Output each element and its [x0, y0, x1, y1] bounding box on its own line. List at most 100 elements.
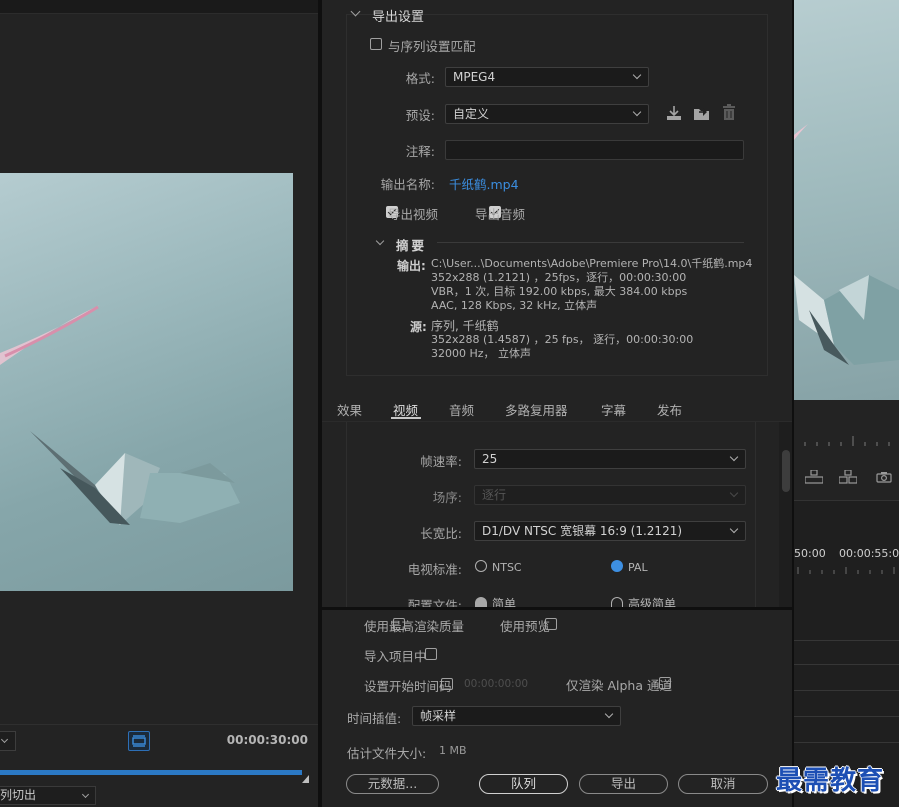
export-button[interactable]: 导出	[579, 774, 668, 794]
profile-simple-label: 简单	[492, 597, 517, 607]
import-into-project-checkbox[interactable]	[425, 648, 438, 660]
cancel-button[interactable]: 取消	[678, 774, 768, 794]
watermark-logo: 最需教育	[776, 766, 885, 796]
profile-label: 配置文件:	[407, 598, 462, 607]
chevron-down-icon	[729, 452, 739, 462]
transition-select-value: 列切出	[0, 788, 37, 802]
field-order-select: 逐行	[474, 485, 746, 505]
timeline-track-line	[794, 716, 899, 717]
chevron-down-icon	[604, 709, 614, 719]
preset-value: 自定义	[453, 107, 490, 121]
tv-ntsc-radio[interactable]	[475, 560, 487, 572]
summary-divider	[437, 242, 744, 243]
timeline-track-line	[794, 742, 899, 743]
frame-rate-label: 帧速率:	[420, 454, 462, 469]
source-timecode: 00:00:30:00	[226, 733, 308, 747]
summary-title: 摘要	[396, 238, 428, 253]
time-interpolation-select[interactable]: 帧采样	[412, 706, 621, 726]
timeline-ruler[interactable]	[794, 565, 899, 575]
save-preset-icon[interactable]	[666, 105, 682, 121]
output-name-link[interactable]: 千纸鹤.mp4	[449, 174, 519, 193]
format-value: MPEG4	[453, 70, 496, 84]
field-order-value: 逐行	[482, 488, 507, 502]
summary-output-key: 输出:	[397, 259, 426, 273]
timeline-track-line	[794, 640, 899, 641]
queue-button[interactable]: 队列	[479, 774, 568, 794]
render-alpha-only-label: 仅渲染 Alpha 通道	[566, 678, 672, 693]
estimated-size-label: 估计文件大小:	[347, 746, 427, 761]
max-render-quality-label: 使用最高渲染质量	[364, 619, 465, 634]
tv-standard-label: 电视标准:	[407, 562, 462, 577]
program-video-frame	[794, 0, 899, 400]
timeline-track-line	[794, 690, 899, 691]
import-preset-icon[interactable]	[693, 105, 711, 121]
format-label: 格式:	[405, 71, 435, 86]
source-progress-bar[interactable]	[0, 770, 302, 775]
profile-simple-radio[interactable]	[475, 597, 487, 607]
start-timecode-value: 00:00:00:00	[464, 678, 529, 690]
timeline-time-label: 00:00:55:00	[839, 547, 899, 560]
field-order-label: 场序:	[432, 490, 462, 505]
export-frame-camera-icon[interactable]	[876, 471, 892, 483]
frame-rate-value: 25	[482, 452, 498, 466]
playhead-handle[interactable]	[302, 775, 309, 783]
tv-ntsc-label: NTSC	[492, 561, 522, 574]
use-previews-label: 使用预览	[500, 619, 551, 634]
chevron-down-icon	[632, 70, 642, 80]
match-sequence-checkbox[interactable]	[370, 38, 382, 50]
time-interpolation-label: 时间插值:	[347, 711, 402, 726]
summary-source-line: 32000 Hz， 立体声	[431, 347, 532, 360]
profile-advanced-label: 高级简单	[628, 597, 677, 607]
source-monitor-top-bar	[0, 0, 318, 14]
transition-select[interactable]: 列切出	[0, 786, 96, 805]
summary-output-line: 352x288 (1.2121) ，25fps，逐行，00:00:30:00	[431, 271, 687, 284]
source-video-frame	[0, 173, 293, 591]
import-into-project-label: 导入项目中	[364, 649, 427, 664]
summary-source-line: 序列, 千纸鹤	[431, 319, 499, 333]
settings-scrollbar-thumb[interactable]	[782, 450, 790, 492]
estimated-size-value: 1 MB	[439, 744, 467, 757]
output-name-label: 输出名称:	[380, 177, 435, 192]
preset-label: 预设:	[405, 108, 435, 123]
summary-output-line: VBR，1 次, 目标 192.00 kbps, 最大 384.00 kbps	[431, 285, 688, 298]
dialog-divider	[322, 607, 792, 610]
extract-icon[interactable]	[839, 470, 857, 484]
tab-publish[interactable]: 发布	[657, 400, 682, 419]
tab-audio[interactable]: 音频	[449, 400, 474, 419]
fit-frame-button[interactable]	[128, 731, 150, 751]
tv-pal-radio[interactable]	[611, 560, 623, 572]
tab-effects[interactable]: 效果	[337, 400, 362, 419]
match-sequence-label: 与序列设置匹配	[388, 39, 476, 54]
time-interpolation-value: 帧采样	[420, 709, 457, 723]
set-start-timecode-label: 设置开始时间码	[364, 679, 452, 694]
chevron-down-icon	[0, 735, 9, 744]
origami-crane-image	[794, 124, 899, 365]
panel-divider[interactable]	[792, 0, 794, 807]
aspect-select[interactable]: D1/DV NTSC 宽银幕 16:9 (1.2121)	[474, 521, 746, 541]
export-video-label: 导出视频	[388, 207, 439, 222]
comment-input[interactable]	[445, 140, 744, 160]
timeline-track-line	[794, 664, 899, 665]
program-time-ruler[interactable]	[800, 436, 899, 446]
chevron-down-icon	[729, 524, 739, 534]
zoom-dropdown[interactable]	[0, 731, 16, 751]
metadata-button[interactable]: 元数据...	[346, 774, 439, 794]
format-select[interactable]: MPEG4	[445, 67, 649, 87]
profile-advanced-radio[interactable]	[611, 597, 623, 607]
tv-pal-label: PAL	[628, 561, 648, 574]
chevron-down-icon	[729, 488, 739, 498]
preset-select[interactable]: 自定义	[445, 104, 649, 124]
lift-icon[interactable]	[805, 470, 823, 484]
frame-rate-select[interactable]: 25	[474, 449, 746, 469]
delete-preset-icon[interactable]	[722, 104, 736, 121]
origami-crane-image	[0, 305, 240, 525]
chevron-down-icon	[81, 790, 90, 799]
aspect-value: D1/DV NTSC 宽银幕 16:9 (1.2121)	[482, 524, 683, 538]
tab-multiplexer[interactable]: 多路复用器	[505, 400, 568, 419]
chevron-down-icon	[632, 107, 642, 117]
fit-frame-icon	[132, 735, 146, 747]
aspect-label: 长宽比:	[420, 526, 462, 541]
summary-output-line: C:\User...\Documents\Adobe\Premiere Pro\…	[431, 257, 753, 270]
section-title: 导出设置	[372, 10, 425, 25]
tab-captions[interactable]: 字幕	[601, 400, 626, 419]
